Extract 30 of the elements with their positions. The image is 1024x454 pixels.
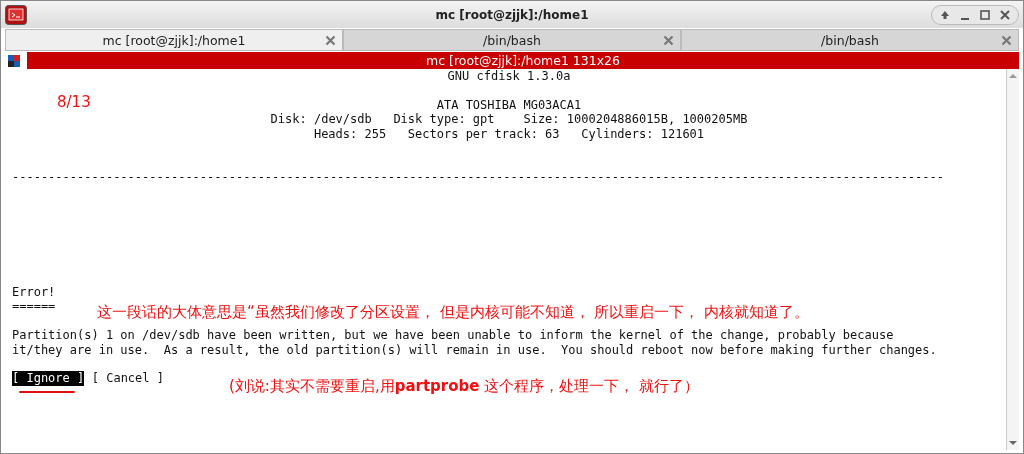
close-icon[interactable] (998, 7, 1012, 22)
window-title: mc [root@zjjk]:/home1 (435, 7, 589, 22)
annotation: 这一段话的大体意思是“虽然我们修改了分区设置， 但是内核可能不知道， 所以重启一下， 内核就知道了。 (97, 305, 810, 320)
maximize-icon[interactable] (978, 7, 992, 22)
app-icon (5, 4, 27, 25)
dialog-button[interactable]: [ Ignore ] (12, 371, 85, 386)
close-icon[interactable] (1001, 35, 1012, 46)
error-message-line: it/they are in use. As a result, the old partition(s) will remain in use. You should reboot now before making further changes. (12, 342, 937, 358)
tab[interactable]: /bin/bash (343, 29, 681, 51)
annotation-underline (19, 391, 75, 393)
scrollbar[interactable] (1006, 69, 1019, 450)
close-icon[interactable] (663, 35, 674, 46)
disk-info-line: Disk: /dev/sdb Disk type: gpt Size: 1000204886015B, 1000205MB (270, 112, 748, 127)
separator-line: --------------------------------------------------------------------------------------------------------------------------------- (12, 169, 944, 185)
scroll-up-icon[interactable] (1008, 72, 1018, 80)
tab[interactable]: /bin/bash (681, 29, 1019, 51)
error-message-line: Partition(s) 1 on /dev/sdb have been written, but we have been unable to inform the kernel of the change, probably because (12, 328, 894, 343)
disk-info-line: Heads: 255 Sectors per track: 63 Cylinders: 121601 (313, 126, 705, 141)
annotation: 8/13 (57, 95, 91, 110)
close-icon[interactable] (325, 35, 336, 46)
scroll-down-icon[interactable] (1008, 439, 1018, 447)
terminal-title: mc [root@zjjk]:/home1 131x26 (426, 53, 620, 68)
annotation: (刘说:其实不需要重启,用partprobe 这个程序，处理一下， 就行了） (229, 379, 699, 394)
tab[interactable]: mc [root@zjjk]:/home1 (5, 29, 343, 51)
terminal-icon (7, 53, 21, 68)
disk-info-line: ATA TOSHIBA MG03ACA1 (436, 97, 582, 113)
dialog-button[interactable]: [ Cancel ] (91, 371, 164, 386)
program-title: GNU cfdisk 1.3.0a (447, 69, 571, 84)
error-title: Error! (12, 285, 56, 300)
error-title-underline: ====== (12, 299, 56, 314)
